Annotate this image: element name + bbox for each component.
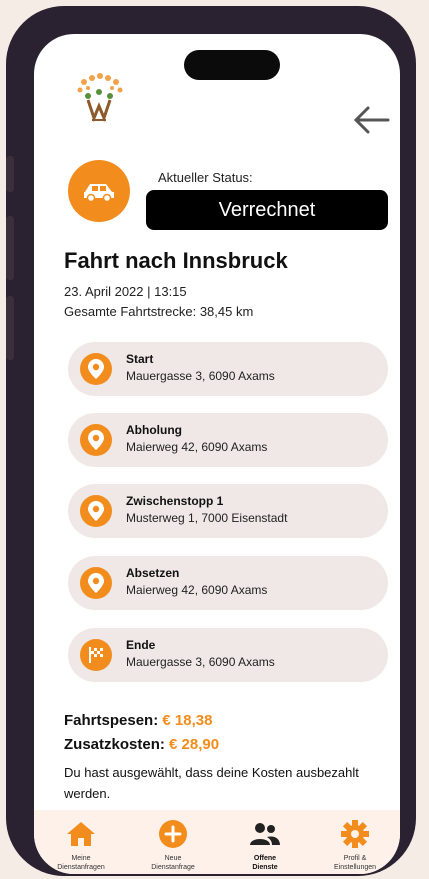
extra-cost-amount: € 28,90 — [169, 736, 220, 753]
trip-date-time: 23. April 2022 | 13:15 — [64, 284, 187, 299]
trip-distance: Gesamte Fahrtstrecke: 38,45 km — [64, 304, 254, 319]
payout-note: Du hast ausgewählt, dass deine Kosten au… — [64, 765, 359, 801]
stop-name: Absetzen — [126, 566, 180, 580]
map-pin-icon — [80, 495, 112, 527]
volume-up-button — [6, 216, 14, 280]
stop-ende[interactable]: Ende Mauergasse 3, 6090 Axams — [68, 628, 388, 682]
travel-cost-row: Fahrtspesen: € 18,38 — [64, 712, 212, 729]
status-badge: Verrechnet — [146, 190, 388, 230]
app-screen: Aktueller Status: Verrechnet Fahrt nach … — [34, 34, 400, 874]
car-icon — [68, 160, 130, 222]
phone-frame: Aktueller Status: Verrechnet Fahrt nach … — [6, 6, 416, 876]
tab-neue-dienstanfrage[interactable]: Neue Dienstanfrage — [128, 810, 218, 874]
bottom-tab-bar: Meine Dienstanfragen Neue Dienstanfrage — [34, 810, 400, 874]
tab-label-line1: Offene — [253, 855, 277, 862]
stop-abholung[interactable]: Abholung Maierweg 42, 6090 Axams — [68, 413, 388, 467]
users-icon — [220, 810, 310, 850]
extra-cost-row: Zusatzkosten: € 28,90 — [64, 736, 219, 753]
stop-address: Maierweg 42, 6090 Axams — [126, 440, 268, 454]
stop-absetzen[interactable]: Absetzen Maierweg 42, 6090 Axams — [68, 556, 388, 610]
tab-label-line1: Profil & — [343, 855, 367, 862]
gear-icon — [310, 810, 400, 850]
stop-address: Mauergasse 3, 6090 Axams — [126, 655, 275, 669]
stop-address: Maierweg 42, 6090 Axams — [126, 583, 268, 597]
tab-label-line2: Dienste — [252, 864, 278, 871]
tab-label-line1: Meine — [71, 855, 91, 862]
tab-label: Profil & Einstellungen — [310, 854, 400, 872]
page-title: Fahrt nach Innsbruck — [64, 248, 288, 273]
tab-label-line1: Neue — [164, 855, 182, 862]
tab-label: Neue Dienstanfrage — [128, 854, 218, 872]
tab-label-line2: Dienstanfrage — [151, 864, 195, 871]
stop-name: Ende — [126, 638, 156, 652]
checkered-flag-icon — [80, 639, 112, 671]
tab-label-line2: Dienstanfragen — [57, 864, 105, 871]
volume-down-button — [6, 296, 14, 360]
stop-address: Mauergasse 3, 6090 Axams — [126, 369, 275, 383]
mute-switch — [6, 156, 14, 192]
stop-start[interactable]: Start Mauergasse 3, 6090 Axams — [68, 342, 388, 396]
tab-label-line2: Einstellungen — [333, 864, 377, 871]
plus-circle-icon — [128, 810, 218, 850]
map-pin-icon — [80, 567, 112, 599]
tab-label: Meine Dienstanfragen — [36, 854, 126, 872]
tree-people-logo-icon — [70, 70, 128, 128]
back-arrow-icon[interactable] — [352, 106, 390, 140]
tab-label: Offene Dienste — [220, 854, 310, 872]
home-icon — [36, 810, 126, 850]
map-pin-icon — [80, 424, 112, 456]
map-pin-icon — [80, 353, 112, 385]
tab-offene-dienste[interactable]: Offene Dienste — [220, 810, 310, 874]
tab-profil-einstellungen[interactable]: Profil & Einstellungen — [310, 810, 400, 874]
dynamic-island — [184, 50, 280, 80]
status-label: Aktueller Status: — [158, 170, 253, 185]
travel-cost-amount: € 18,38 — [162, 712, 213, 729]
tab-meine-dienstanfragen[interactable]: Meine Dienstanfragen — [36, 810, 126, 874]
stop-name: Start — [126, 352, 154, 366]
stop-name: Abholung — [126, 423, 182, 437]
stop-address: Musterweg 1, 7000 Eisenstadt — [126, 511, 288, 525]
extra-cost-label: Zusatzkosten: — [64, 736, 165, 753]
stop-name: Zwischenstopp 1 — [126, 494, 224, 508]
travel-cost-label: Fahrtspesen: — [64, 712, 159, 729]
stop-zwischenstopp[interactable]: Zwischenstopp 1 Musterweg 1, 7000 Eisens… — [68, 484, 388, 538]
